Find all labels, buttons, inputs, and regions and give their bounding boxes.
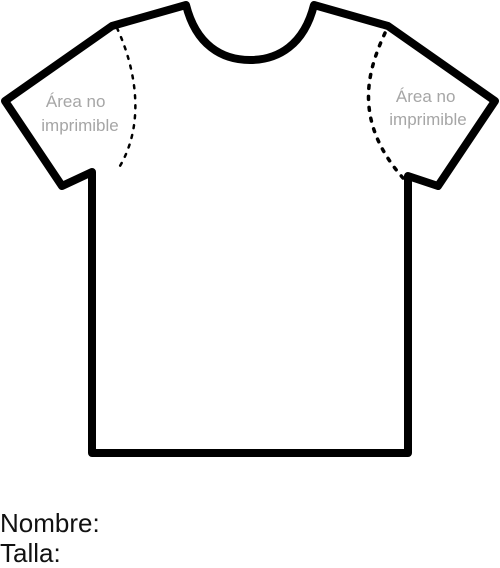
left-label-line-2: imprimible — [41, 116, 118, 135]
left-label-line-1: Área no — [46, 92, 106, 111]
size-field-label: Talla: — [0, 538, 61, 568]
right-label-line-1: Área no — [396, 87, 456, 106]
tshirt-template: Área no imprimible Área no imprimible — [1, 1, 499, 457]
right-label-line-2: imprimible — [389, 110, 466, 129]
name-field-label: Nombre: — [0, 508, 100, 538]
tshirt-outline — [1, 1, 499, 457]
